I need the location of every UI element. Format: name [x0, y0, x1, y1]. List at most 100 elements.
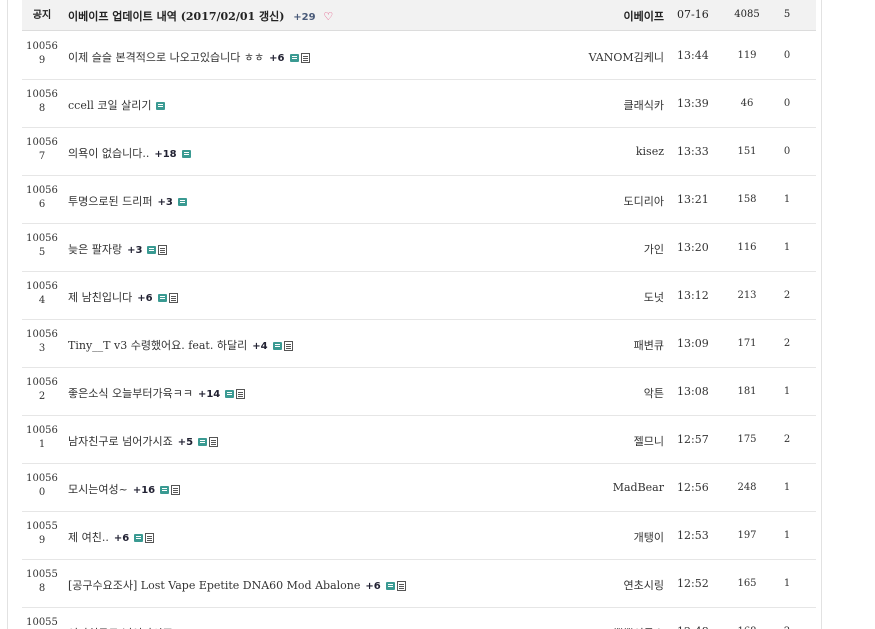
comment-icon	[134, 534, 144, 542]
notice-title-wrap: 이베이프 업데이트 내역 (2017/02/01 갱신) +29 ♡	[68, 8, 333, 24]
post-author[interactable]: kisez	[636, 145, 664, 158]
table-row[interactable]: 100557여자친구로 넘어가시죠!+6뿡뿡이글스12:481682	[22, 608, 816, 629]
post-author[interactable]: 개탱이	[634, 529, 664, 545]
comment-count[interactable]: +6	[114, 533, 129, 544]
comment-count[interactable]: +6	[269, 53, 284, 64]
post-views: 119	[737, 50, 757, 61]
post-author[interactable]: 패변큐	[634, 337, 664, 353]
table-row[interactable]: 10055 8 [공구수요조사] Lost Vape Epetite DNA60 M…	[22, 560, 816, 608]
post-title-link[interactable]: 남자친구로 넘어가시죠	[68, 435, 173, 448]
post-author[interactable]: 도디리아	[624, 193, 664, 209]
image-attachment-icon	[283, 341, 293, 351]
notice-author[interactable]: 이베이프	[624, 8, 664, 24]
table-row[interactable]: 10056 0 모시는여성~ +16 MadBear 12:56 248 1	[22, 464, 816, 512]
post-author[interactable]: 가인	[644, 241, 664, 257]
notice-label: 공지	[32, 10, 52, 21]
post-number-line2: 0	[38, 487, 46, 498]
image-attachment-icon	[158, 245, 168, 255]
board-list: 공지 이베이프 업데이트 내역 (2017/02/01 갱신) +29 ♡ 이베…	[7, 0, 822, 629]
post-number-line1: 10056	[26, 89, 58, 100]
post-title: 모시는여성~ +16	[68, 481, 181, 497]
post-title-link[interactable]: ccell 코일 살리기	[68, 99, 151, 112]
post-author[interactable]: 뿡뿡이글스	[613, 625, 664, 629]
post-author[interactable]: 도넛	[644, 289, 664, 305]
notice-comment-count[interactable]: +29	[293, 12, 315, 23]
heart-icon: ♡	[323, 10, 334, 23]
post-title: 남자친구로 넘어가시죠 +5	[68, 433, 219, 449]
comment-icon	[385, 582, 395, 590]
post-number-line2: 1	[38, 439, 46, 450]
post-time: 13:12	[677, 289, 709, 302]
image-attachment-icon	[168, 293, 178, 303]
post-number-line2: 5	[38, 247, 46, 258]
table-row[interactable]: 10056 1 남자친구로 넘어가시죠 +5 젤므니 12:57 175 2	[22, 416, 816, 464]
comment-count[interactable]: +14	[198, 389, 220, 400]
comment-count[interactable]: +3	[127, 245, 142, 256]
notice-row[interactable]: 공지 이베이프 업데이트 내역 (2017/02/01 갱신) +29 ♡ 이베…	[22, 0, 816, 31]
post-title-link[interactable]: Tiny__T v3 수령했어요. feat. 하달리	[68, 339, 247, 352]
post-title: 제 남친입니다 +6	[68, 289, 178, 305]
post-title-link[interactable]: 투명으로된 드리퍼	[68, 195, 152, 208]
comment-icon	[156, 102, 166, 110]
post-time: 12:48	[677, 625, 709, 629]
comment-icon	[272, 342, 282, 350]
post-author[interactable]: 클래식카	[624, 97, 664, 113]
post-author[interactable]: MadBear	[613, 481, 664, 494]
table-row[interactable]: 10055 9 제 여친.. +6 개탱이 12:53 197 1	[22, 512, 816, 560]
image-attachment-icon	[396, 581, 406, 591]
table-row[interactable]: 10056 7 의욕이 없습니다.. +18 kisez 13:33 151 0	[22, 128, 816, 176]
image-attachment-icon	[209, 437, 219, 447]
comment-count[interactable]: +16	[133, 485, 155, 496]
comment-count[interactable]: +3	[157, 197, 172, 208]
post-title: Tiny__T v3 수령했어요. feat. 하달리 +4	[68, 337, 293, 353]
notice-title-link[interactable]: 이베이프 업데이트 내역 (2017/02/01 갱신)	[68, 10, 284, 23]
table-row[interactable]: 10056 5 늦은 팔자랑 +3 가인 13:20 116 1	[22, 224, 816, 272]
table-row[interactable]: 10056 4 제 남친입니다 +6 도넛 13:12 213 2	[22, 272, 816, 320]
post-number: 10056 9	[22, 40, 62, 68]
table-row[interactable]: 10056 3 Tiny__T v3 수령했어요. feat. 하달리 +4 패변큐 13…	[22, 320, 816, 368]
post-views: 181	[737, 386, 757, 397]
post-title: [공구수요조사] Lost Vape Epetite DNA60 Mod Aba…	[68, 577, 406, 593]
post-title-link[interactable]: 좋은소식 오늘부터가육ㅋㅋ	[68, 387, 193, 400]
post-views: 165	[737, 578, 757, 589]
post-author[interactable]: 연초시링	[624, 577, 664, 593]
post-time: 13:21	[677, 193, 709, 206]
post-recommend: 0	[783, 50, 791, 61]
post-recommend: 2	[783, 290, 791, 301]
post-number: 10056 7	[22, 136, 62, 164]
post-time: 13:44	[677, 49, 709, 62]
table-row[interactable]: 10056 6 투명으로된 드리퍼 +3 도디리아 13:21 158 1	[22, 176, 816, 224]
post-number: 10056 3	[22, 328, 62, 356]
post-author[interactable]: 악튼	[644, 385, 664, 401]
comment-count[interactable]: +6	[365, 581, 380, 592]
post-number: 10055 8	[22, 568, 62, 596]
comment-icon	[198, 438, 208, 446]
post-title-link[interactable]: 제 남친입니다	[68, 291, 132, 304]
comment-count[interactable]: +6	[137, 293, 152, 304]
post-number: 10056 8	[22, 88, 62, 116]
table-row[interactable]: 10056 2 좋은소식 오늘부터가육ㅋㅋ +14 악튼 13:08 181 1	[22, 368, 816, 416]
post-title-link[interactable]: 의욕이 없습니다..	[68, 147, 149, 160]
post-title-link[interactable]: 늦은 팔자랑	[68, 243, 122, 256]
post-title-link[interactable]: 제 여친..	[68, 531, 109, 544]
post-title: 여자친구로 넘어가시죠!+6	[68, 625, 222, 629]
post-author[interactable]: VANOM김케니	[589, 49, 664, 65]
post-recommend: 1	[783, 194, 791, 205]
post-number-line2: 8	[38, 583, 46, 594]
notice-recommend: 5	[783, 9, 791, 20]
post-recommend: 0	[783, 146, 791, 157]
post-title: 투명으로된 드리퍼 +3	[68, 193, 187, 209]
table-row[interactable]: 10056 8 ccell 코일 살리기 클래식카 13:39 46 0	[22, 80, 816, 128]
comment-count[interactable]: +5	[178, 437, 193, 448]
post-recommend: 0	[783, 98, 791, 109]
post-title-link[interactable]: [공구수요조사] Lost Vape Epetite DNA60 Mod Aba…	[68, 579, 360, 592]
post-title-link[interactable]: 모시는여성~	[68, 483, 128, 496]
table-row[interactable]: 10056 9 이제 슬슬 본격적으로 나오고있습니다 ㅎㅎ +6 VANOM김케니 13…	[22, 32, 816, 80]
post-title-link[interactable]: 이제 슬슬 본격적으로 나오고있습니다 ㅎㅎ	[68, 51, 264, 64]
comment-count[interactable]: +18	[154, 149, 176, 160]
post-time: 12:53	[677, 529, 709, 542]
post-author[interactable]: 젤므니	[634, 433, 664, 449]
comment-count[interactable]: +4	[252, 341, 267, 352]
post-number-line2: 9	[38, 535, 46, 546]
post-title: 이제 슬슬 본격적으로 나오고있습니다 ㅎㅎ +6	[68, 49, 310, 65]
